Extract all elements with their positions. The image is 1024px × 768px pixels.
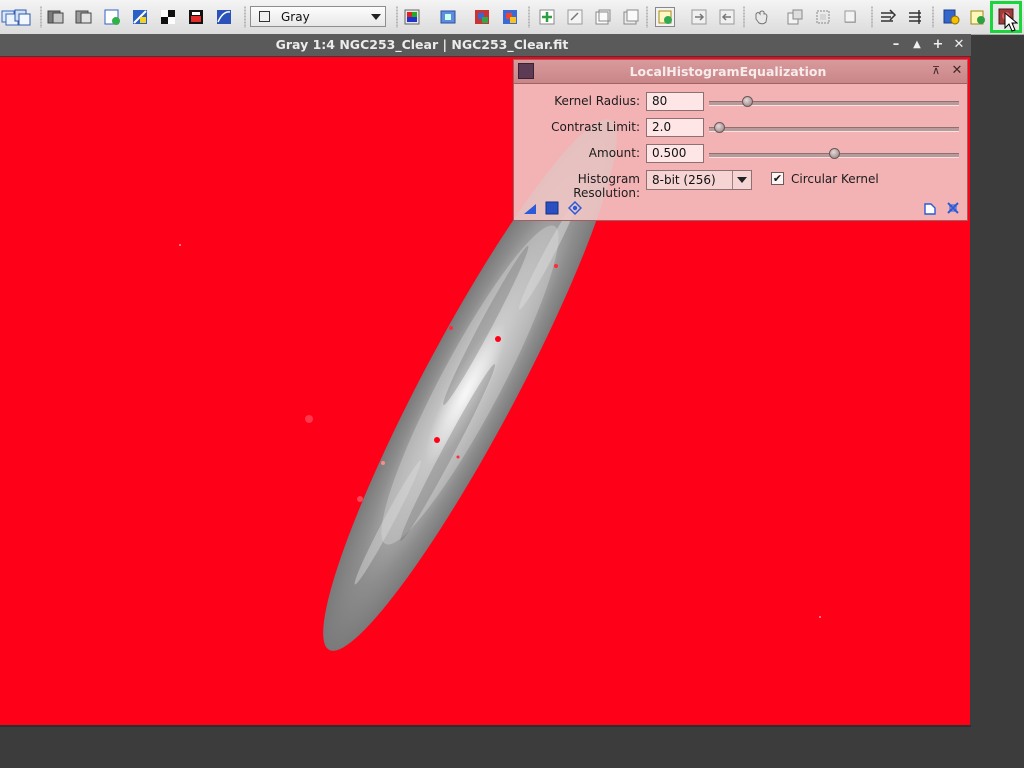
histogram-resolution-label: Histogram Resolution:	[573, 172, 640, 200]
hand-icon[interactable]	[751, 7, 771, 27]
circular-kernel-label: Circular Kernel	[791, 172, 879, 186]
maximize-icon[interactable]: +	[929, 36, 947, 54]
kernel-radius-label: Kernel Radius:	[554, 94, 640, 108]
contrast-limit-input[interactable]: 2.0	[646, 118, 704, 137]
apply-icon[interactable]	[717, 7, 737, 27]
apply-global-icon[interactable]	[545, 201, 559, 215]
toolbar-separator	[932, 6, 934, 28]
shade-icon[interactable]: ▲	[908, 36, 926, 54]
process-icon[interactable]	[968, 7, 988, 27]
reset-icon[interactable]	[689, 7, 709, 27]
colorspace-select[interactable]: Gray	[250, 6, 386, 27]
toolbar-separator	[396, 6, 398, 28]
toolbar-separator	[528, 6, 530, 28]
preview-icon[interactable]	[130, 7, 150, 27]
zoom-icon[interactable]	[500, 7, 520, 27]
color-mask-icon[interactable]	[186, 7, 206, 27]
reset-icon[interactable]	[946, 201, 960, 215]
chevron-down-icon[interactable]	[732, 171, 751, 189]
amount-label: Amount:	[588, 146, 640, 160]
duplicate-icon[interactable]	[46, 7, 66, 27]
kernel-radius-slider[interactable]	[709, 96, 959, 108]
dialog-titlebar[interactable]: LocalHistogramEqualization ⊼ ✕	[514, 60, 967, 84]
paste-preview-icon[interactable]	[621, 7, 641, 27]
image-window-border	[0, 725, 971, 727]
readout-icon[interactable]	[878, 7, 898, 27]
colorspace-label: Gray	[281, 10, 310, 24]
slider-track	[709, 127, 959, 132]
channel-r-icon[interactable]	[438, 7, 458, 27]
duplicate-alt-icon[interactable]	[74, 7, 94, 27]
mask-icon[interactable]	[158, 7, 178, 27]
copy-icon[interactable]	[12, 7, 32, 27]
histogram-resolution-value: 8-bit (256)	[652, 173, 716, 187]
undo-icon[interactable]	[785, 7, 805, 27]
screen-transfer-icon[interactable]	[655, 7, 675, 27]
slider-thumb[interactable]	[741, 96, 753, 107]
edit-preview-icon[interactable]	[565, 7, 585, 27]
new-image-icon[interactable]	[102, 7, 122, 27]
zoom-out-icon[interactable]	[906, 7, 926, 27]
main-toolbar: Gray	[0, 0, 1024, 35]
toolbar-separator	[40, 6, 42, 28]
mouse-cursor-icon	[1004, 12, 1018, 32]
shade-icon[interactable]: ⊼	[929, 63, 943, 79]
close-icon[interactable]: ✕	[950, 63, 964, 79]
fit-view-icon[interactable]	[813, 7, 833, 27]
toolbar-separator	[244, 6, 246, 28]
channel-g-icon[interactable]	[472, 7, 492, 27]
amount-input[interactable]: 0.500	[646, 144, 704, 163]
new-preview-icon[interactable]	[537, 7, 557, 27]
toolbar-separator	[871, 6, 873, 28]
kernel-radius-input[interactable]: 80	[646, 92, 704, 111]
browse-documentation-icon[interactable]	[923, 201, 937, 215]
dialog-title: LocalHistogramEqualization	[629, 64, 827, 79]
toolbar-separator	[743, 6, 745, 28]
display-function-icon[interactable]	[214, 7, 234, 27]
minimize-icon[interactable]: –	[887, 36, 905, 54]
image-window-titlebar[interactable]: Gray 1:4 NGC253_Clear | NGC253_Clear.fit…	[0, 34, 971, 57]
real-time-preview-icon[interactable]	[568, 201, 582, 215]
redo-icon[interactable]	[841, 7, 861, 27]
copy-preview-icon[interactable]	[593, 7, 613, 27]
amount-slider[interactable]	[709, 148, 959, 160]
local-histogram-equalization-dialog: LocalHistogramEqualization ⊼ ✕ Kernel Ra…	[513, 59, 968, 221]
chevron-down-icon	[368, 10, 382, 23]
slider-thumb[interactable]	[829, 148, 840, 159]
image-window-title: Gray 1:4 NGC253_Clear | NGC253_Clear.fit	[275, 37, 569, 52]
explorer-icon[interactable]	[941, 7, 961, 27]
circular-kernel-checkbox[interactable]: ✔	[771, 172, 784, 185]
close-icon[interactable]: ✕	[950, 36, 968, 54]
new-instance-icon[interactable]	[523, 201, 537, 215]
toolbar-separator	[646, 6, 648, 28]
contrast-limit-label: Contrast Limit:	[551, 120, 640, 134]
histogram-resolution-select[interactable]: 8-bit (256)	[646, 170, 752, 190]
slider-thumb[interactable]	[714, 122, 725, 133]
rgb-icon[interactable]	[402, 7, 422, 27]
gray-swatch-icon	[259, 11, 270, 22]
contrast-limit-slider[interactable]	[709, 122, 959, 134]
